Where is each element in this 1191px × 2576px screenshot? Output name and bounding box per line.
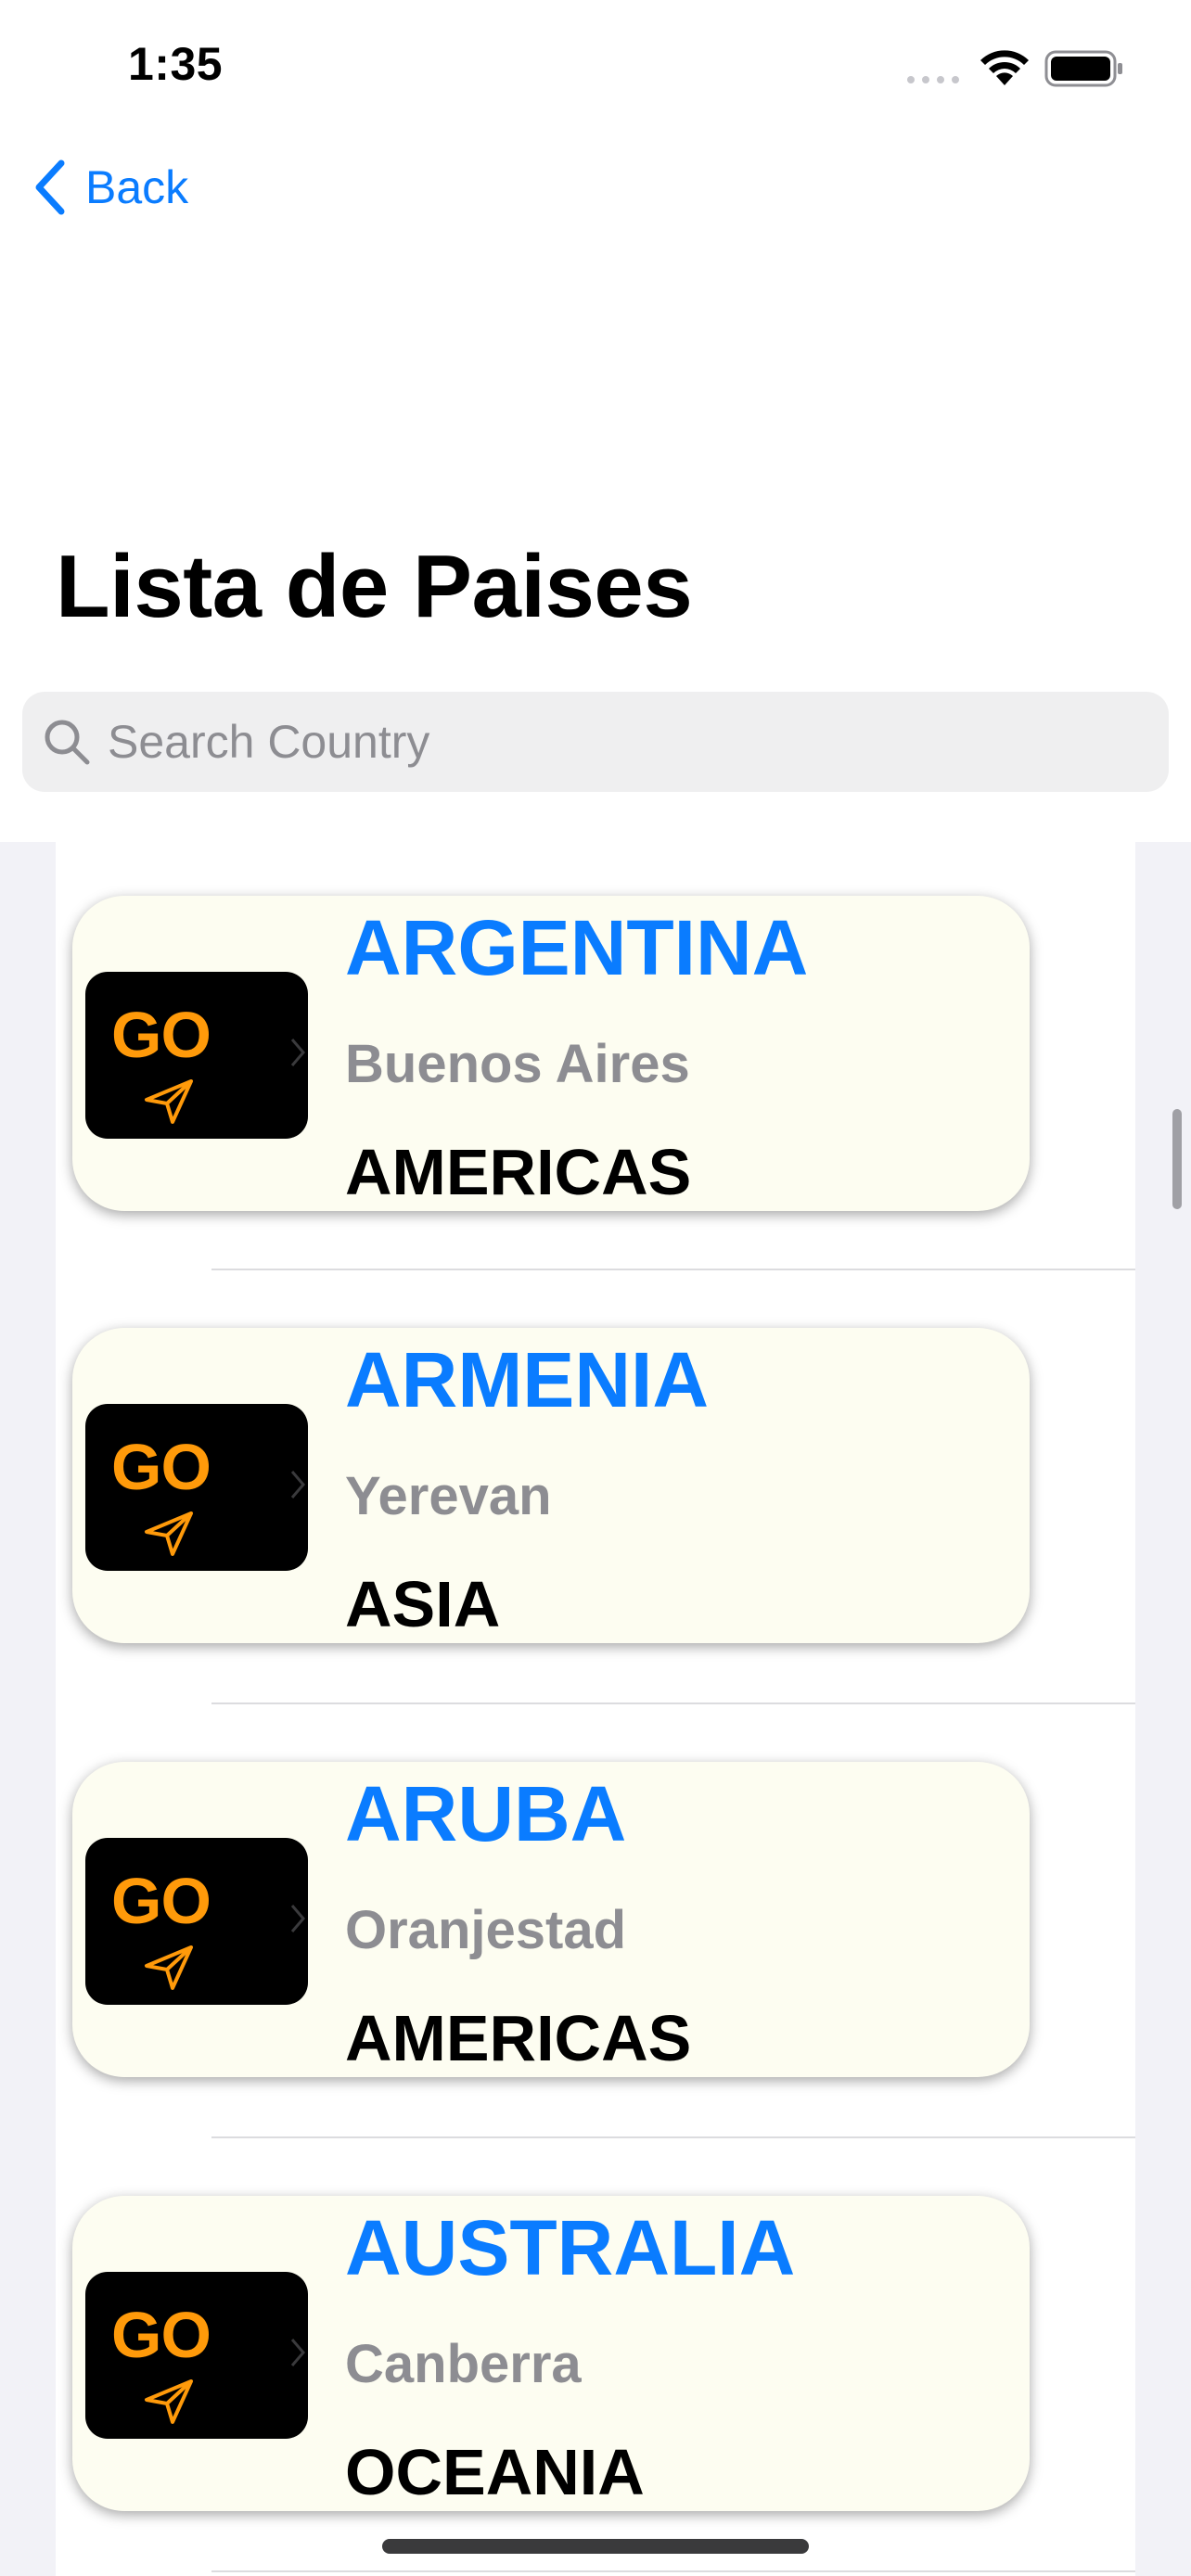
battery-icon — [1044, 50, 1122, 87]
go-label: GO — [111, 2299, 211, 2371]
location-arrow-icon — [145, 2379, 193, 2424]
go-label: GO — [111, 1865, 211, 1937]
country-region: ASIA — [345, 1568, 501, 1640]
country-region: OCEANIA — [345, 2436, 645, 2508]
magnifying-glass-icon — [45, 720, 90, 765]
location-arrow-icon — [145, 1945, 193, 1990]
go-button[interactable]: GO — [85, 972, 308, 1139]
go-label: GO — [111, 999, 211, 1071]
go-button[interactable]: GO — [85, 2272, 308, 2439]
country-card[interactable]: GO ARMENIA Yerevan ASIA — [72, 1328, 1030, 1643]
chevron-right-icon — [290, 1905, 305, 1932]
back-label: Back — [85, 161, 189, 213]
country-capital: Oranjestad — [345, 1900, 626, 1960]
country-capital: Canberra — [345, 2334, 582, 2394]
country-capital: Yerevan — [345, 1466, 552, 1526]
country-name: ARUBA — [345, 1770, 627, 1857]
wifi-icon — [980, 50, 1029, 85]
row-separator — [211, 1269, 1135, 1270]
scrollbar[interactable] — [1172, 1109, 1182, 1209]
status-time: 1:35 — [128, 38, 224, 90]
chevron-right-icon — [290, 2339, 305, 2366]
country-card[interactable]: GO AUSTRALIA Canberra OCEANIA — [72, 2196, 1030, 2511]
cellular-signal-icon — [907, 76, 959, 83]
country-name: AUSTRALIA — [345, 2204, 796, 2291]
chevron-right-icon — [290, 1039, 305, 1066]
screen: 1:35 Back Lista de Paises GO — [0, 0, 1191, 2576]
go-button[interactable]: GO — [85, 1838, 308, 2005]
location-arrow-icon — [145, 1079, 193, 1124]
search-input[interactable] — [108, 715, 1128, 769]
country-card[interactable]: GO ARGENTINA Buenos Aires AMERICAS — [72, 896, 1030, 1211]
row-separator — [211, 1702, 1135, 1704]
back-button[interactable]: Back — [33, 159, 188, 215]
country-name: ARGENTINA — [345, 904, 809, 991]
home-indicator[interactable] — [382, 2539, 809, 2554]
country-region: AMERICAS — [345, 1136, 692, 1208]
country-card[interactable]: GO ARUBA Oranjestad AMERICAS — [72, 1762, 1030, 2077]
location-arrow-icon — [145, 1511, 193, 1556]
go-label: GO — [111, 1431, 211, 1503]
chevron-left-icon — [35, 159, 65, 215]
country-capital: Buenos Aires — [345, 1034, 690, 1094]
country-name: ARMENIA — [345, 1336, 709, 1423]
search-bar[interactable] — [22, 692, 1169, 792]
row-separator — [211, 2136, 1135, 2138]
country-region: AMERICAS — [345, 2002, 692, 2074]
chevron-right-icon — [290, 1471, 305, 1498]
row-separator — [211, 2570, 1135, 2572]
page-title: Lista de Paises — [56, 537, 693, 636]
go-button[interactable]: GO — [85, 1404, 308, 1571]
